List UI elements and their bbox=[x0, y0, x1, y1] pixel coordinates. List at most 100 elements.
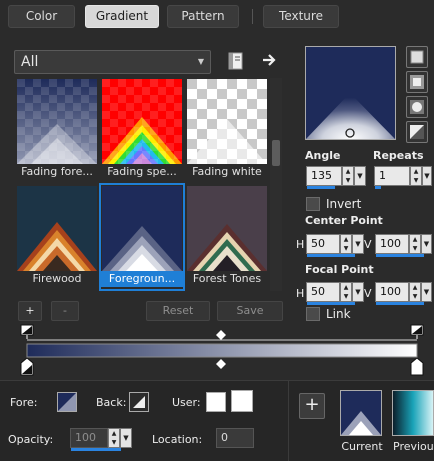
center-h-stepper[interactable]: ▲ ▼ bbox=[340, 234, 352, 254]
chevron-down-icon: ▼ bbox=[197, 57, 204, 66]
category-dropdown[interactable]: All ▼ bbox=[14, 50, 211, 74]
preset-swatch bbox=[102, 186, 182, 271]
location-input[interactable]: 0 bbox=[216, 428, 254, 448]
center-v-value: 100 bbox=[380, 237, 401, 250]
add-to-swatches-button[interactable]: + bbox=[299, 393, 325, 419]
invert-checkbox[interactable] bbox=[306, 197, 320, 211]
focal-h-bar bbox=[307, 302, 355, 305]
preset-label: Fading spe... bbox=[107, 165, 177, 178]
tab-texture[interactable]: Texture bbox=[263, 5, 339, 28]
link-checkbox[interactable] bbox=[306, 307, 320, 321]
preset-item-fading-foreground[interactable]: Fading fore... bbox=[16, 78, 98, 182]
opacity-stepper[interactable]: ▲ ▼ bbox=[108, 428, 120, 448]
focal-h-label: H bbox=[296, 287, 305, 300]
preset-item-firewood[interactable]: Firewood bbox=[16, 185, 98, 289]
location-label: Location: bbox=[152, 433, 203, 446]
focal-v-label: V bbox=[364, 287, 372, 300]
back-label: Back: bbox=[96, 396, 127, 409]
preset-swatch bbox=[17, 186, 97, 271]
tab-gradient[interactable]: Gradient bbox=[85, 5, 159, 28]
user-swatch-2[interactable] bbox=[231, 390, 253, 412]
focal-h-dropdown[interactable]: ▼ bbox=[352, 282, 364, 302]
opacity-input[interactable]: 100 bbox=[70, 428, 121, 451]
focal-point-label: Focal Point bbox=[305, 263, 374, 276]
focal-h-stepper[interactable]: ▲ ▼ bbox=[340, 282, 352, 302]
preset-swatch bbox=[102, 79, 182, 164]
preset-swatch bbox=[17, 79, 97, 164]
preset-grid: Fading fore... Fading spe... Fading whit… bbox=[16, 78, 268, 291]
save-button[interactable]: Save bbox=[217, 301, 283, 321]
center-v-input[interactable]: 100 bbox=[375, 234, 424, 257]
center-v-stepper[interactable]: ▲ ▼ bbox=[409, 234, 421, 254]
remove-preset-button[interactable]: - bbox=[51, 301, 79, 321]
opacity-midpoint-marker[interactable] bbox=[216, 330, 226, 340]
preset-scrollbar-thumb[interactable] bbox=[272, 140, 280, 166]
opacity-dropdown[interactable]: ▼ bbox=[120, 428, 132, 448]
center-h-label: H bbox=[296, 238, 305, 251]
angle-value: 135 bbox=[311, 169, 332, 182]
angle-input[interactable]: 135 bbox=[306, 166, 342, 189]
preset-label: Foregroun... bbox=[101, 271, 183, 287]
tab-color[interactable]: Color bbox=[8, 5, 75, 28]
focal-v-bar bbox=[376, 302, 424, 305]
angle-stepper[interactable]: ▲ ▼ bbox=[342, 166, 354, 186]
fore-swatch[interactable] bbox=[57, 392, 77, 412]
color-stop-right[interactable] bbox=[410, 357, 424, 376]
preset-item-fading-white[interactable]: Fading white bbox=[186, 78, 268, 182]
center-h-value: 50 bbox=[311, 237, 325, 250]
bottom-divider bbox=[288, 380, 289, 461]
focal-h-input[interactable]: 50 bbox=[306, 282, 355, 305]
opacity-value: 100 bbox=[75, 431, 96, 444]
color-midpoint-marker[interactable] bbox=[216, 359, 226, 369]
add-preset-button[interactable]: + bbox=[18, 301, 42, 321]
center-h-input[interactable]: 50 bbox=[306, 234, 355, 257]
preset-swatch bbox=[187, 186, 267, 271]
opacity-bar bbox=[71, 448, 121, 451]
angle-label: Angle bbox=[305, 149, 341, 162]
tab-pattern[interactable]: Pattern bbox=[167, 5, 239, 28]
preset-label: Fading white bbox=[192, 165, 262, 178]
style-linear-button[interactable] bbox=[406, 46, 428, 68]
center-h-dropdown[interactable]: ▼ bbox=[352, 234, 364, 254]
focal-v-value: 100 bbox=[380, 285, 401, 298]
gradient-preview[interactable] bbox=[305, 46, 396, 140]
style-angular-button[interactable] bbox=[406, 121, 428, 143]
arrow-right-icon[interactable] bbox=[262, 53, 278, 67]
reset-button[interactable]: Reset bbox=[146, 301, 210, 321]
repeats-label: Repeats bbox=[373, 149, 424, 162]
preset-label: Fading fore... bbox=[21, 165, 93, 178]
opacity-stop-left[interactable] bbox=[20, 324, 34, 340]
previous-label: Previou bbox=[393, 440, 434, 453]
focal-v-dropdown[interactable]: ▼ bbox=[421, 282, 432, 302]
focal-v-input[interactable]: 100 bbox=[375, 282, 424, 305]
user-swatch-1[interactable] bbox=[206, 392, 226, 412]
color-stop-left[interactable] bbox=[20, 357, 34, 376]
current-swatch[interactable] bbox=[340, 390, 382, 436]
preset-label: Firewood bbox=[32, 272, 82, 285]
angle-dropdown[interactable]: ▼ bbox=[354, 166, 366, 186]
focal-v-stepper[interactable]: ▲ ▼ bbox=[409, 282, 421, 302]
preset-item-foreground[interactable]: Foregroun... bbox=[99, 183, 185, 291]
location-value: 0 bbox=[221, 431, 228, 444]
back-swatch[interactable] bbox=[129, 392, 149, 412]
center-h-bar bbox=[307, 254, 355, 257]
center-point-label: Center Point bbox=[305, 214, 383, 227]
preset-label: Forest Tones bbox=[192, 272, 262, 285]
preset-item-forest-tones[interactable]: Forest Tones bbox=[186, 185, 268, 289]
library-icon[interactable] bbox=[228, 52, 244, 70]
previous-swatch[interactable] bbox=[392, 390, 434, 436]
invert-label: Invert bbox=[326, 197, 362, 211]
tab-separator bbox=[252, 9, 253, 24]
repeats-stepper[interactable]: ▲ ▼ bbox=[410, 166, 422, 186]
opacity-stop-right[interactable] bbox=[410, 324, 424, 340]
center-v-label: V bbox=[364, 238, 372, 251]
preset-swatch bbox=[187, 79, 267, 164]
category-selected: All bbox=[21, 54, 39, 70]
center-v-dropdown[interactable]: ▼ bbox=[421, 234, 432, 254]
preset-item-fading-spectrum[interactable]: Fading spe... bbox=[101, 78, 183, 182]
repeats-input[interactable]: 1 bbox=[374, 166, 410, 189]
repeats-dropdown[interactable]: ▼ bbox=[422, 166, 432, 186]
preset-scrollbar[interactable] bbox=[270, 78, 282, 291]
style-rectangular-button[interactable] bbox=[406, 71, 428, 93]
style-radial-button[interactable] bbox=[406, 96, 428, 118]
